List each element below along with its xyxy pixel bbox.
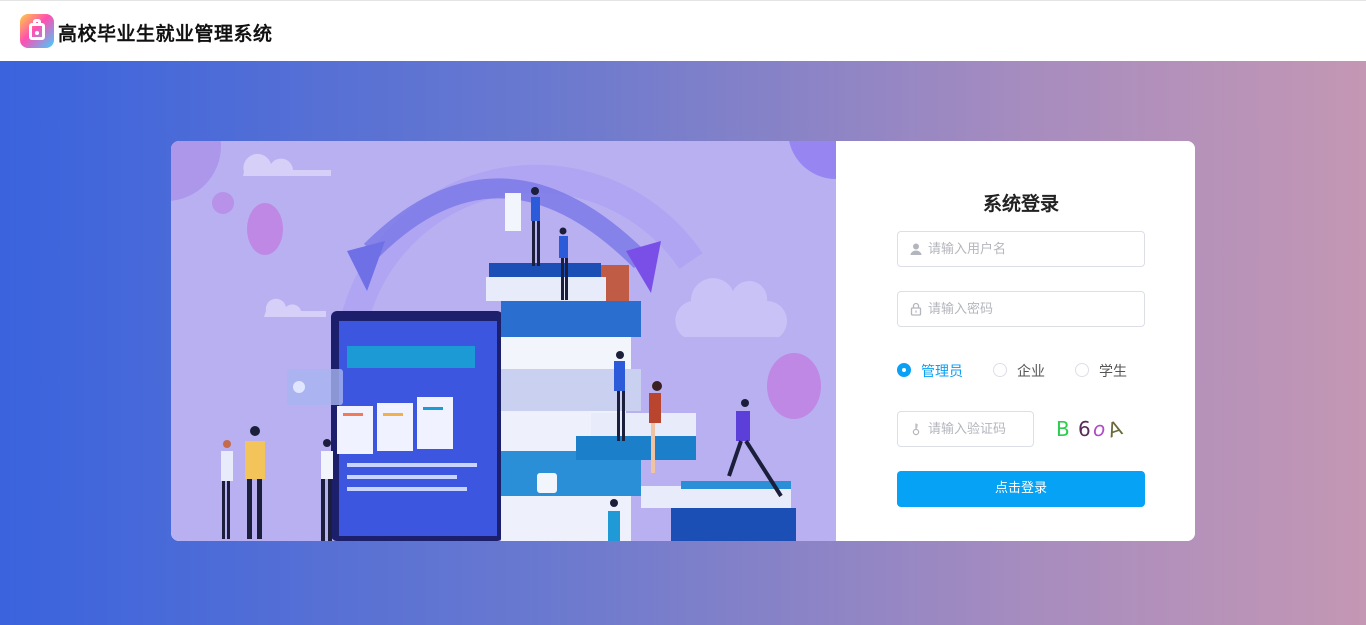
captcha-image[interactable]: B 6 o A — [1054, 415, 1134, 445]
username-field[interactable] — [897, 231, 1145, 267]
radio-button[interactable] — [897, 363, 911, 377]
education-illustration — [171, 141, 836, 541]
top-header: 高校毕业生就业管理系统 — [0, 0, 1366, 61]
username-input[interactable] — [928, 232, 1138, 266]
captcha-field[interactable] — [897, 411, 1034, 447]
app-title: 高校毕业生就业管理系统 — [58, 23, 273, 45]
login-page-background: 系统登录 管理员 — [0, 61, 1366, 625]
login-form: 系统登录 管理员 — [836, 141, 1195, 541]
captcha-char: o — [1093, 417, 1106, 441]
login-button[interactable]: 点击登录 — [897, 471, 1145, 507]
password-field[interactable] — [897, 291, 1145, 327]
user-icon — [910, 243, 922, 255]
briefcase-icon — [20, 14, 54, 48]
captcha-char: 6 — [1078, 417, 1091, 441]
role-radio-group: 管理员 企业 学生 — [897, 360, 1157, 380]
captcha-char: A — [1104, 415, 1126, 443]
radio-button[interactable] — [993, 363, 1007, 377]
captcha-input[interactable] — [928, 412, 1028, 446]
captcha-char: B — [1056, 417, 1070, 441]
lock-icon — [910, 302, 922, 316]
key-icon — [912, 423, 920, 436]
role-label: 学生 — [1099, 364, 1127, 380]
password-input[interactable] — [928, 292, 1138, 326]
role-label: 企业 — [1017, 364, 1045, 380]
login-card: 系统登录 管理员 — [171, 141, 1195, 541]
radio-button[interactable] — [1075, 363, 1089, 377]
login-title: 系统登录 — [982, 193, 1059, 215]
role-label: 管理员 — [921, 364, 963, 380]
